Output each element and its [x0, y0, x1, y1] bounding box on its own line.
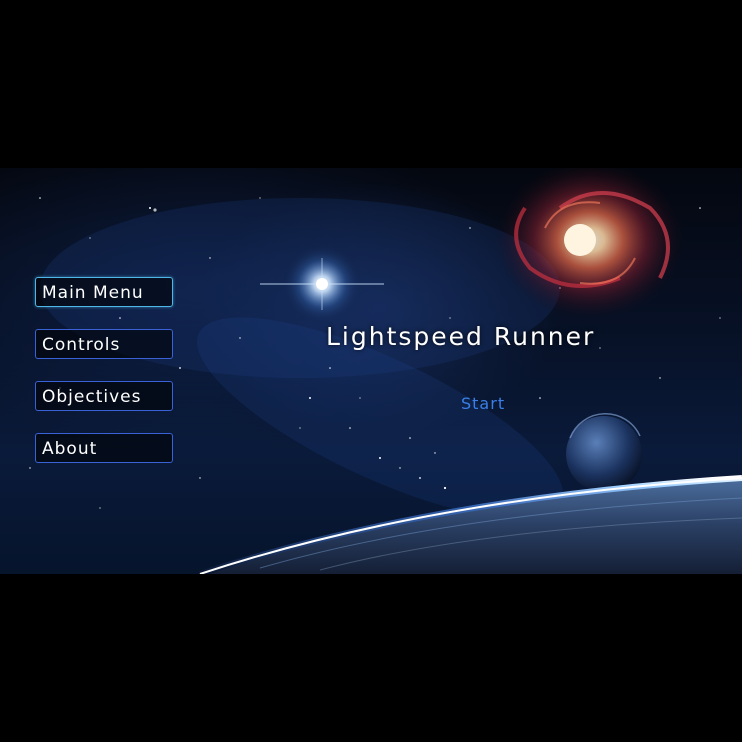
game-screen: Main Menu Controls Objectives About Ligh…: [0, 0, 742, 742]
space-background: [0, 168, 742, 574]
controls-button[interactable]: Controls: [35, 329, 173, 359]
space-scene-art: [29, 168, 742, 574]
planet-image: [566, 413, 642, 492]
main-menu-button[interactable]: Main Menu: [35, 277, 173, 307]
game-title: Lightspeed Runner: [326, 322, 596, 351]
about-button[interactable]: About: [35, 433, 173, 463]
start-button[interactable]: Start: [461, 394, 505, 413]
objectives-button[interactable]: Objectives: [35, 381, 173, 411]
